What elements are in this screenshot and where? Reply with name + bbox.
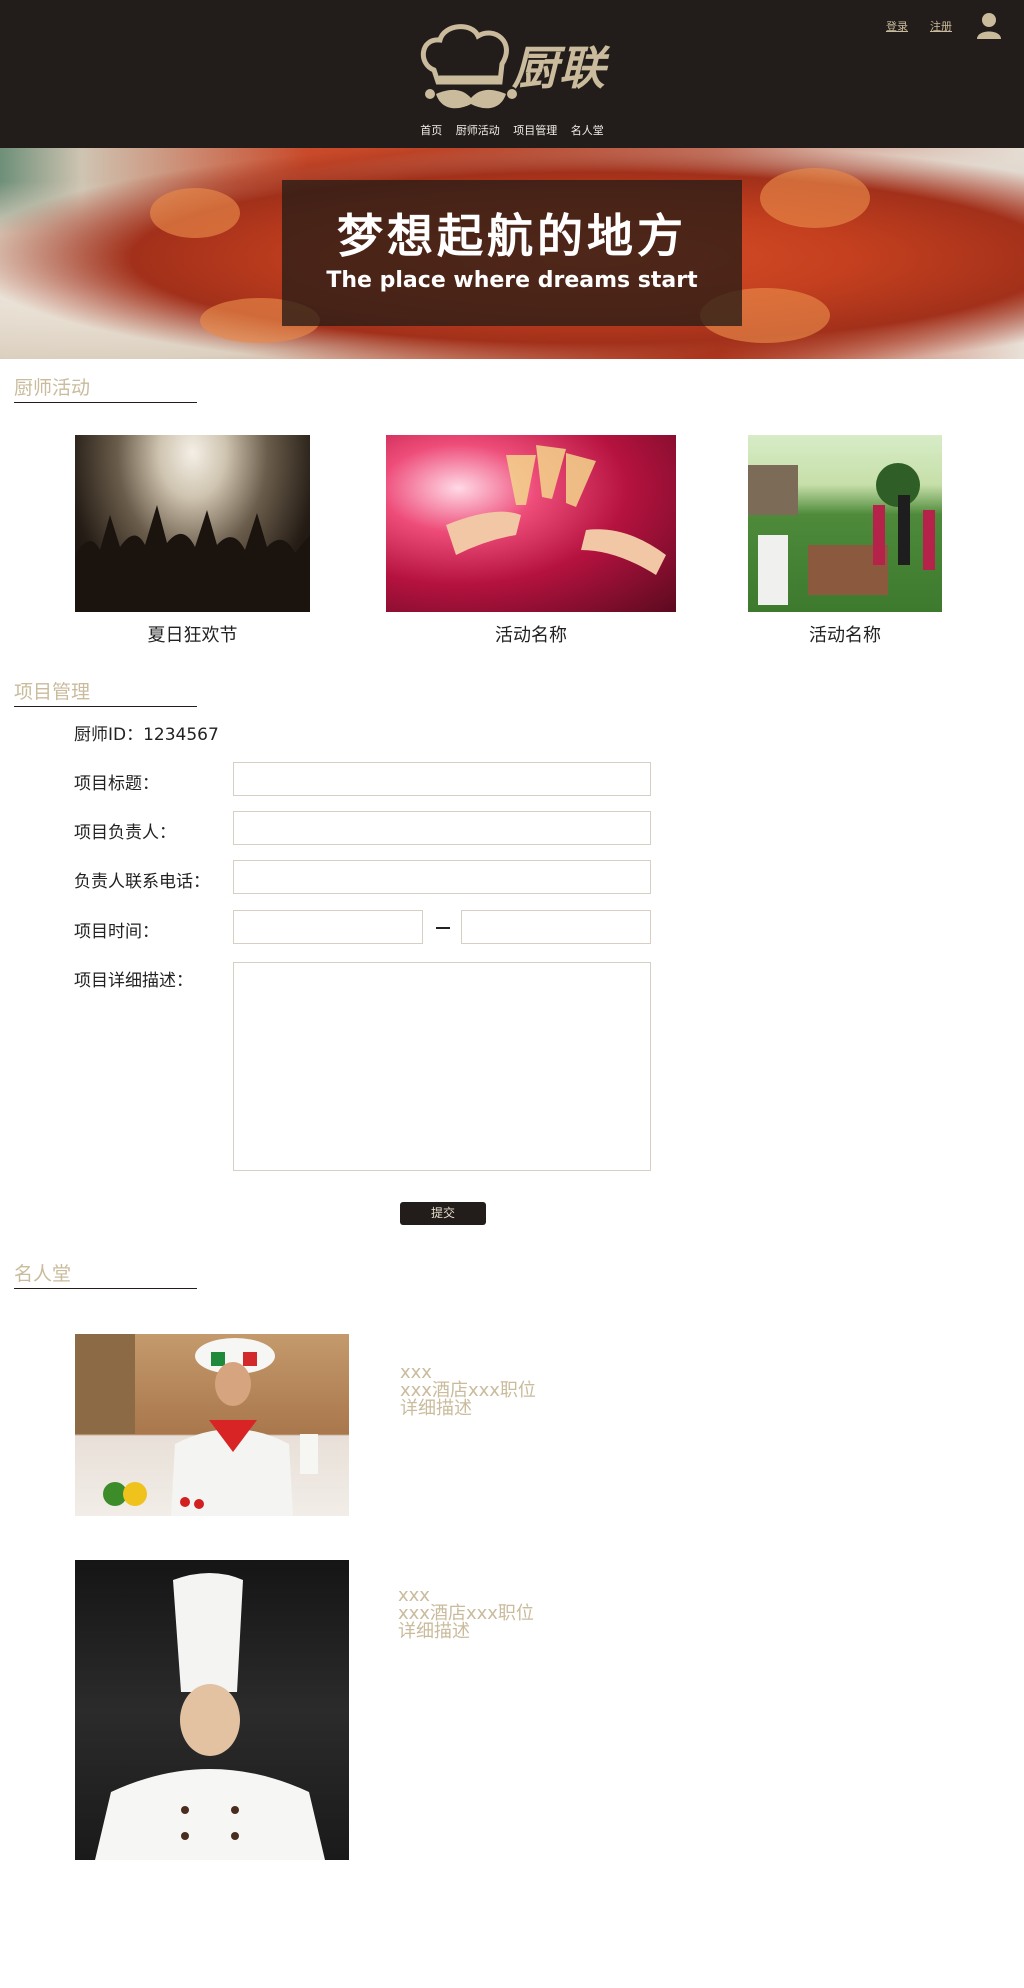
owner-phone-input[interactable] [233, 860, 651, 894]
submit-button[interactable]: 提交 [400, 1202, 486, 1225]
section-divider [14, 1288, 197, 1289]
date-range-dash [436, 927, 450, 929]
glasses-illustration [446, 445, 666, 575]
activity-caption[interactable]: 活动名称 [748, 621, 942, 647]
main-nav: 首页 厨师活动 项目管理 名人堂 [0, 122, 1024, 138]
hall-section-title: 名人堂 [14, 1263, 72, 1285]
project-end-date-input[interactable] [461, 910, 651, 944]
crowd-silhouette [75, 505, 310, 612]
activity-caption[interactable]: 夏日狂欢节 [75, 621, 310, 647]
project-time-label: 项目时间： [74, 922, 159, 942]
project-title-input[interactable] [233, 762, 651, 796]
banner-food-shape [150, 188, 240, 238]
project-desc-textarea[interactable] [233, 962, 651, 1171]
activities-section-title: 厨师活动 [14, 377, 91, 399]
project-owner-input[interactable] [233, 811, 651, 845]
project-start-date-input[interactable] [233, 910, 423, 944]
section-divider [14, 402, 197, 403]
project-desc-label: 项目详细描述： [74, 971, 193, 991]
banner-food-shape [760, 168, 870, 228]
user-icon[interactable] [976, 12, 1002, 40]
banner-title-cn: 梦想起航的地方 [337, 209, 687, 263]
site-header: 厨联 首页 厨师活动 项目管理 名人堂 登录 注册 [0, 0, 1024, 148]
page: 厨联 首页 厨师活动 项目管理 名人堂 登录 注册 梦想起航的地方 The pl… [0, 0, 1024, 1988]
chef-illustration [95, 1573, 325, 1860]
section-divider [14, 706, 197, 707]
nav-hall-of-fame[interactable]: 名人堂 [571, 124, 604, 137]
project-title-label: 项目标题： [74, 774, 159, 794]
register-link[interactable]: 注册 [930, 18, 952, 34]
chef-photo[interactable] [75, 1334, 349, 1516]
hero-banner: 梦想起航的地方 The place where dreams start [0, 148, 1024, 359]
login-link[interactable]: 登录 [886, 18, 908, 34]
chef-logo-icon[interactable] [416, 20, 526, 116]
nav-chef-activities[interactable]: 厨师活动 [456, 124, 500, 137]
project-owner-label: 项目负责人： [74, 823, 176, 843]
chef-illustration [75, 1334, 318, 1516]
nav-home[interactable]: 首页 [420, 124, 442, 137]
activity-caption[interactable]: 活动名称 [386, 621, 676, 647]
activity-photo-concert[interactable] [75, 435, 310, 612]
activity-photo-toast[interactable] [386, 435, 676, 612]
project-section-title: 项目管理 [14, 681, 91, 703]
owner-phone-label: 负责人联系电话： [74, 872, 210, 892]
chef-id-label: 厨师ID：1234567 [74, 725, 219, 745]
banner-caption-box: 梦想起航的地方 The place where dreams start [282, 180, 742, 326]
chef-description: 详细描述 [398, 1621, 470, 1642]
nav-project-management[interactable]: 项目管理 [513, 124, 557, 137]
garden-party-illustration [748, 463, 935, 605]
banner-title-en: The place where dreams start [326, 268, 698, 293]
chef-photo[interactable] [75, 1560, 349, 1860]
activity-photo-garden[interactable] [748, 435, 942, 612]
brand-name[interactable]: 厨联 [512, 32, 606, 98]
chef-description: 详细描述 [400, 1398, 472, 1419]
